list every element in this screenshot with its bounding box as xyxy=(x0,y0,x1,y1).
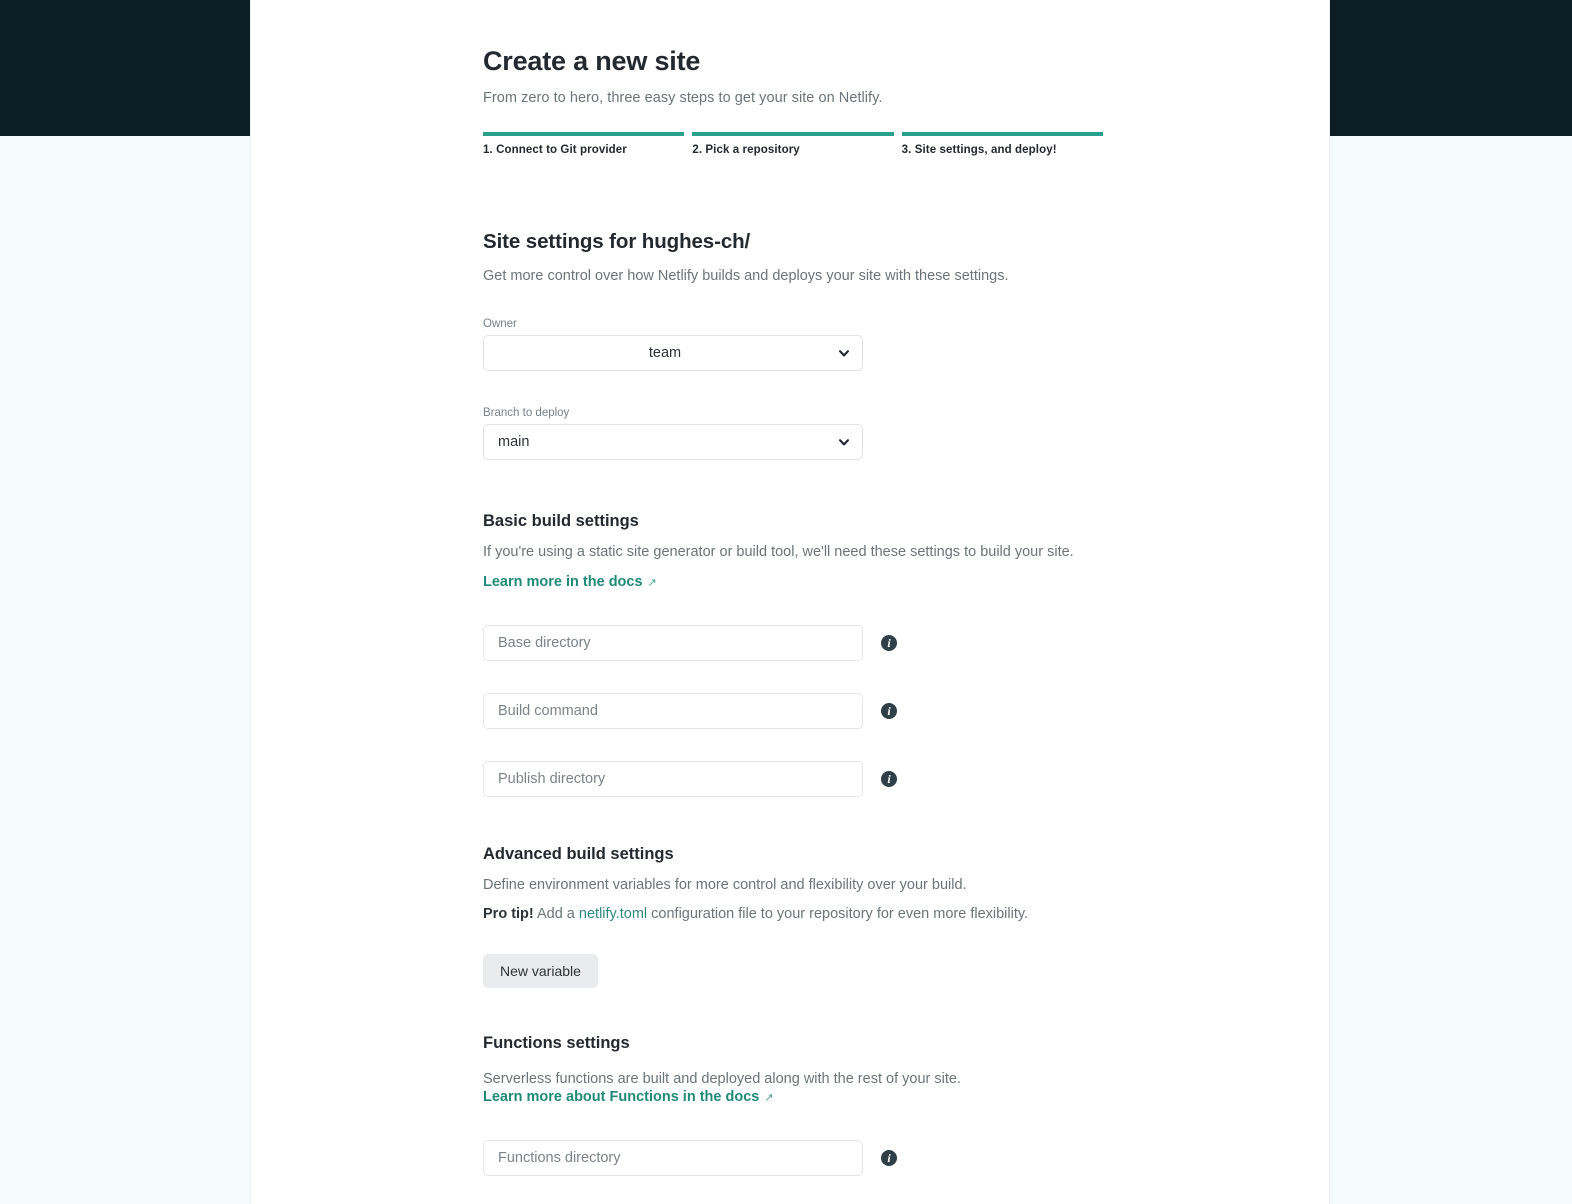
functions-docs-link[interactable]: Learn more about Functions in the docs ↗ xyxy=(483,1089,774,1105)
step-site-settings[interactable]: 3. Site settings, and deploy! xyxy=(901,132,1103,156)
owner-select-wrap: team xyxy=(483,335,863,371)
owner-field-group: Owner team xyxy=(483,318,1103,371)
step-label-1: 1. Connect to Git provider xyxy=(483,144,627,156)
branch-select-wrap: main xyxy=(483,424,863,460)
functions-directory-row: i xyxy=(483,1140,1103,1176)
basic-build-title: Basic build settings xyxy=(483,512,639,530)
branch-select[interactable]: main xyxy=(483,424,863,460)
external-link-icon: ↗ xyxy=(647,577,657,589)
advanced-build-protip: Pro tip! Add a netlify.toml configuratio… xyxy=(483,906,1103,922)
site-settings-header: Site settings for hughes-ch/ Get more co… xyxy=(483,230,1103,284)
publish-directory-row: i xyxy=(483,761,1103,797)
advanced-build-header: Advanced build settings Define environme… xyxy=(483,845,1103,922)
step-label-3: 3. Site settings, and deploy! xyxy=(901,144,1057,156)
owner-label: Owner xyxy=(483,318,517,330)
build-command-input[interactable] xyxy=(483,693,863,729)
functions-docs-link-label: Learn more about Functions in the docs xyxy=(483,1089,760,1105)
page-title: Create a new site xyxy=(483,46,701,76)
step-label-2: 2. Pick a repository xyxy=(692,144,800,156)
info-icon[interactable]: i xyxy=(881,635,897,651)
base-directory-row: i xyxy=(483,625,1103,661)
progress-stepper: 1. Connect to Git provider 2. Pick a rep… xyxy=(483,132,1103,156)
external-link-icon: ↗ xyxy=(764,1092,774,1104)
step-pick-repository[interactable]: 2. Pick a repository xyxy=(692,132,894,156)
new-variable-row: New variable xyxy=(483,954,1103,988)
netlify-toml-link[interactable]: netlify.toml xyxy=(579,906,647,922)
step-bar-3 xyxy=(901,132,1103,136)
protip-suffix: configuration file to your repository fo… xyxy=(647,906,1029,922)
info-icon[interactable]: i xyxy=(881,703,897,719)
content-column: Create a new site From zero to hero, thr… xyxy=(483,0,1103,1204)
protip-prefix: Pro tip! xyxy=(483,906,534,922)
basic-build-docs-link-label: Learn more in the docs xyxy=(483,574,643,590)
functions-directory-input[interactable] xyxy=(483,1140,863,1176)
functions-header: Functions settings Serverless functions … xyxy=(483,1034,1103,1106)
base-directory-input[interactable] xyxy=(483,625,863,661)
functions-description: Serverless functions are built and deplo… xyxy=(483,1071,961,1087)
content-panel: Create a new site From zero to hero, thr… xyxy=(250,0,1330,1204)
step-bar-2 xyxy=(692,132,894,136)
branch-label: Branch to deploy xyxy=(483,407,570,419)
site-settings-description: Get more control over how Netlify builds… xyxy=(483,268,1009,284)
site-settings-title: Site settings for hughes-ch/ xyxy=(483,230,751,253)
functions-title: Functions settings xyxy=(483,1034,630,1052)
build-command-row: i xyxy=(483,693,1103,729)
info-icon[interactable]: i xyxy=(881,771,897,787)
step-connect-git[interactable]: 1. Connect to Git provider xyxy=(483,132,685,156)
protip-mid: Add a xyxy=(533,906,579,922)
advanced-build-title: Advanced build settings xyxy=(483,845,674,863)
basic-build-header: Basic build settings If you're using a s… xyxy=(483,512,1103,591)
info-icon[interactable]: i xyxy=(881,1150,897,1166)
branch-field-group: Branch to deploy main xyxy=(483,407,1103,460)
page-subtitle: From zero to hero, three easy steps to g… xyxy=(483,90,883,106)
advanced-build-description: Define environment variables for more co… xyxy=(483,877,967,893)
step-bar-1 xyxy=(483,132,685,136)
basic-build-description: If you're using a static site generator … xyxy=(483,544,1074,560)
publish-directory-input[interactable] xyxy=(483,761,863,797)
new-variable-button[interactable]: New variable xyxy=(483,954,598,988)
owner-select[interactable]: team xyxy=(483,335,863,371)
basic-build-docs-link[interactable]: Learn more in the docs ↗ xyxy=(483,574,657,590)
